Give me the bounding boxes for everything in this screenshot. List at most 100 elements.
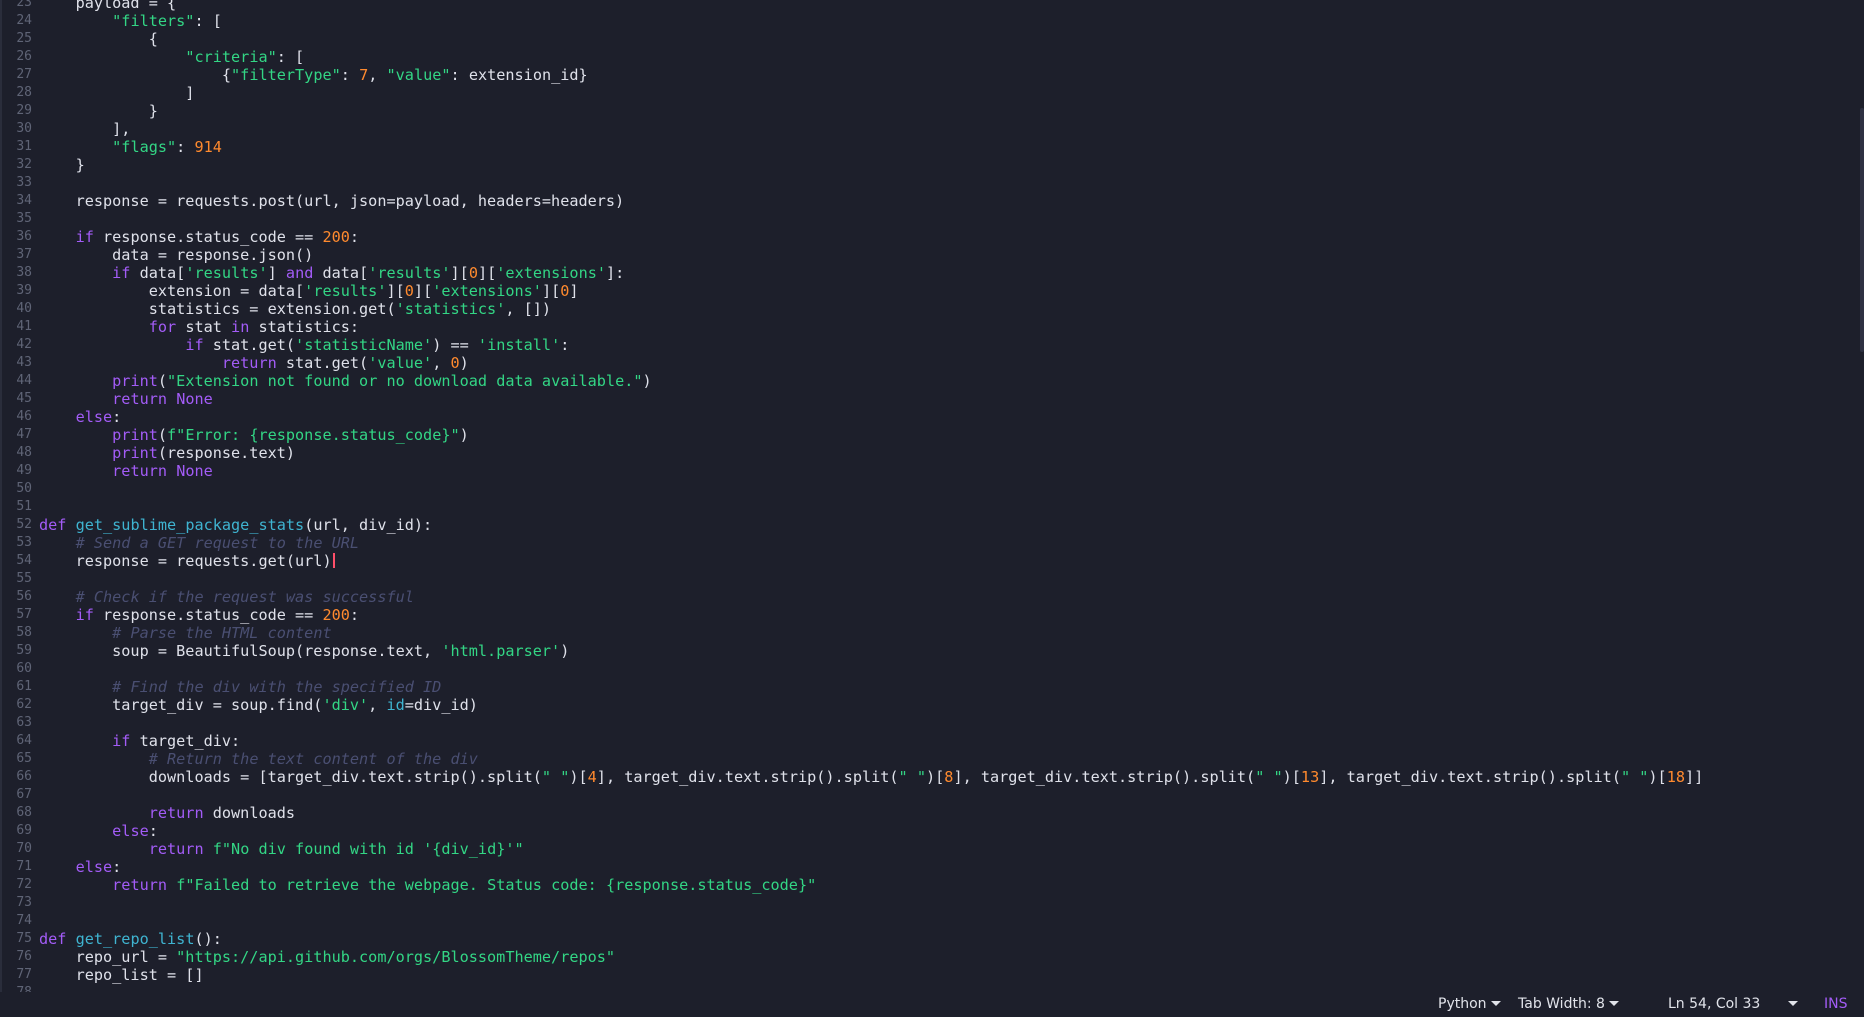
code-line[interactable]: 56 # Check if the request was successful — [0, 588, 1860, 606]
code-line[interactable]: 24 "filters": [ — [0, 12, 1860, 30]
code-line[interactable]: 26 "criteria": [ — [0, 48, 1860, 66]
code-line[interactable]: 57 if response.status_code == 200: — [0, 606, 1860, 624]
code-line[interactable]: 42 if stat.get('statisticName') == 'inst… — [0, 336, 1860, 354]
code-line[interactable]: 47 print(f"Error: {response.status_code}… — [0, 426, 1860, 444]
code-line[interactable]: 32 } — [0, 156, 1860, 174]
line-number: 76 — [16, 948, 32, 964]
code-line[interactable]: 36 if response.status_code == 200: — [0, 228, 1860, 246]
code-view[interactable]: 23 payload = {24 "filters": [25 {26 "cri… — [0, 0, 1860, 992]
code-line[interactable]: 35 — [0, 210, 1860, 228]
line-code: {"filterType": 7, "value": extension_id} — [39, 66, 588, 84]
code-token: statistics = extension.get( — [39, 299, 396, 318]
code-token: ]] — [1685, 767, 1704, 786]
line-code: { — [39, 30, 158, 48]
code-line[interactable]: 28 ] — [0, 84, 1860, 102]
code-token: soup = BeautifulSoup(response.text, — [39, 641, 442, 660]
code-line[interactable]: 78 — [0, 984, 1860, 993]
code-line[interactable]: 64 if target_div: — [0, 732, 1860, 750]
code-line[interactable]: 70 return f"No div found with id '{div_i… — [0, 840, 1860, 858]
insert-mode-label: INS — [1824, 996, 1848, 1012]
code-token: , — [432, 353, 451, 372]
code-line[interactable]: 27 {"filterType": 7, "value": extension_… — [0, 66, 1860, 84]
line-number: 61 — [16, 678, 32, 694]
code-line[interactable]: 46 else: — [0, 408, 1860, 426]
code-line[interactable]: 39 extension = data['results'][0]['exten… — [0, 282, 1860, 300]
code-line[interactable]: 68 return downloads — [0, 804, 1860, 822]
code-token: ], target_div.text.strip().split( — [596, 767, 899, 786]
cursor-position-menu[interactable] — [1784, 992, 1798, 1017]
code-line[interactable]: 73 — [0, 894, 1860, 912]
code-token: response.status_code == — [93, 605, 323, 624]
line-number: 53 — [16, 534, 32, 550]
code-line[interactable]: 45 return None — [0, 390, 1860, 408]
vertical-scrollbar[interactable] — [1860, 108, 1864, 352]
code-line[interactable]: 65 # Return the text content of the div — [0, 750, 1860, 768]
code-token: : — [349, 227, 360, 246]
code-token: : — [349, 605, 360, 624]
line-number: 60 — [16, 660, 32, 676]
code-line[interactable]: 58 # Parse the HTML content — [0, 624, 1860, 642]
code-line[interactable]: 50 — [0, 480, 1860, 498]
code-token: None — [176, 461, 213, 480]
code-line[interactable]: 48 print(response.text) — [0, 444, 1860, 462]
code-line[interactable]: 43 return stat.get('value', 0) — [0, 354, 1860, 372]
code-line[interactable]: 34 response = requests.post(url, json=pa… — [0, 192, 1860, 210]
tab-width-selector[interactable]: Tab Width: 8 — [1518, 992, 1619, 1017]
code-token: 200 — [322, 605, 350, 624]
code-line[interactable]: 77 repo_list = [] — [0, 966, 1860, 984]
code-token: " " — [1620, 767, 1649, 786]
language-label: Python — [1438, 996, 1487, 1012]
line-code: soup = BeautifulSoup(response.text, 'htm… — [39, 642, 569, 660]
code-line[interactable]: 25 { — [0, 30, 1860, 48]
code-line[interactable]: 52 def get_sublime_package_stats(url, div… — [0, 516, 1860, 534]
code-line[interactable]: 61 # Find the div with the specified ID — [0, 678, 1860, 696]
insert-mode-indicator[interactable]: INS — [1824, 992, 1848, 1017]
code-line[interactable]: 51 — [0, 498, 1860, 516]
code-line[interactable]: 67 — [0, 786, 1860, 804]
line-number: 78 — [16, 984, 32, 993]
code-line[interactable]: 40 statistics = extension.get('statistic… — [0, 300, 1860, 318]
code-line[interactable]: 66 downloads = [target_div.text.strip().… — [0, 768, 1860, 786]
code-token: None — [176, 389, 213, 408]
line-number: 69 — [16, 822, 32, 838]
code-line[interactable]: 55 — [0, 570, 1860, 588]
language-selector[interactable]: Python — [1438, 992, 1501, 1017]
code-line[interactable]: 76 repo_url = "https://api.github.com/or… — [0, 948, 1860, 966]
code-line[interactable]: 33 — [0, 174, 1860, 192]
code-line[interactable]: 23 payload = { — [0, 0, 1860, 12]
code-line[interactable]: 63 — [0, 714, 1860, 732]
code-line[interactable]: 37 data = response.json() — [0, 246, 1860, 264]
code-line[interactable]: 60 — [0, 660, 1860, 678]
line-number: 59 — [16, 642, 32, 658]
code-line[interactable]: 71 else: — [0, 858, 1860, 876]
code-editor[interactable]: 23 payload = {24 "filters": [25 {26 "cri… — [0, 0, 1864, 992]
code-line[interactable]: 53 # Send a GET request to the URL — [0, 534, 1860, 552]
line-code: downloads = [target_div.text.strip().spl… — [39, 767, 1704, 786]
code-line[interactable]: 44 print("Extension not found or no down… — [0, 372, 1860, 390]
code-line[interactable]: 49 return None — [0, 462, 1860, 480]
line-number: 35 — [16, 210, 32, 226]
code-token: , — [368, 65, 387, 84]
code-line[interactable]: 62 target_div = soup.find('div', id=div_… — [0, 696, 1860, 714]
code-line[interactable]: 29 } — [0, 102, 1860, 120]
code-line[interactable]: 69 else: — [0, 822, 1860, 840]
code-token: payload = { — [39, 0, 177, 12]
code-token: " " — [1255, 767, 1283, 786]
code-line[interactable]: 59 soup = BeautifulSoup(response.text, '… — [0, 642, 1860, 660]
code-line[interactable]: 75 def get_repo_list(): — [0, 930, 1860, 948]
code-token: " " — [898, 767, 926, 786]
code-line[interactable]: 41 for stat in statistics: — [0, 318, 1860, 336]
code-line[interactable]: 30 ], — [0, 120, 1860, 138]
line-number: 29 — [16, 102, 32, 118]
cursor-position[interactable]: Ln 54, Col 33 — [1668, 992, 1760, 1017]
code-line[interactable]: 72 return f"Failed to retrieve the webpa… — [0, 876, 1860, 894]
code-line[interactable]: 74 — [0, 912, 1860, 930]
code-line[interactable]: 38 if data['results'] and data['results'… — [0, 264, 1860, 282]
code-line[interactable]: 31 "flags": 914 — [0, 138, 1860, 156]
code-line[interactable]: 54 response = requests.get(url) — [0, 552, 1860, 570]
line-code: ] — [39, 84, 194, 102]
line-code: else: — [39, 822, 158, 840]
